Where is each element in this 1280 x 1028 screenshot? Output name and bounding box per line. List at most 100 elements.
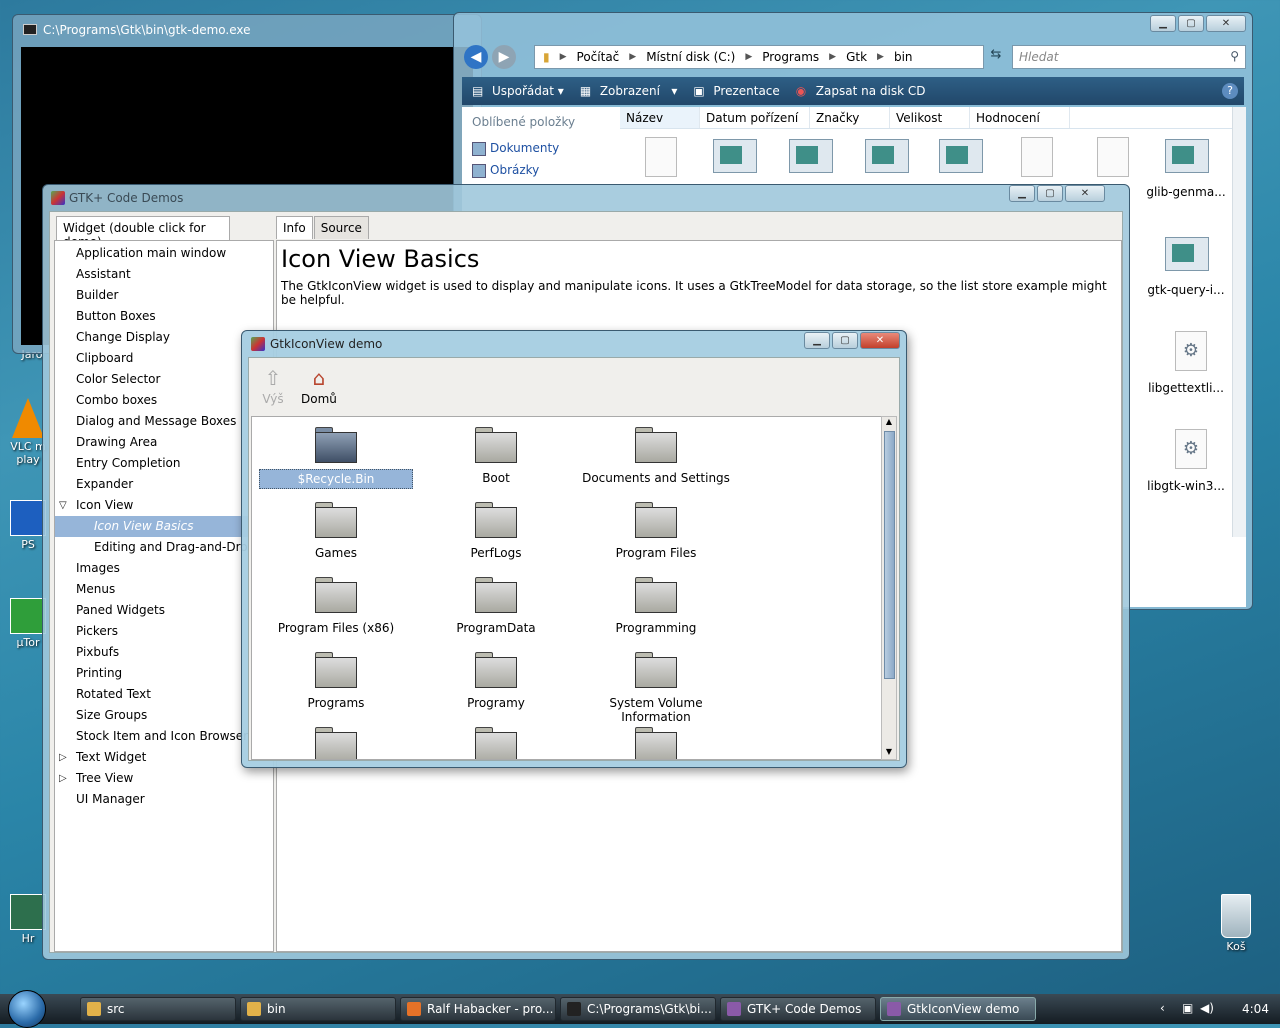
scroll-thumb[interactable] [884,431,895,679]
file-label[interactable]: glib-genma... [1146,185,1226,199]
views-button[interactable]: ▦ Zobrazení ▾ [580,84,678,98]
search-input[interactable]: Hledat ⚲ [1012,45,1246,69]
app-icon[interactable] [938,135,984,179]
minimize-button[interactable]: ▁ [804,332,830,349]
folder-item[interactable]: PerfLogs [416,502,576,562]
folder-item[interactable]: Program Files (x86) [256,577,416,637]
nav-item-documents[interactable]: Dokumenty [462,137,620,159]
taskbar-button[interactable]: GtkIconView demo [880,997,1036,1021]
slideshow-button[interactable]: ▣ Prezentace [693,84,779,98]
refresh-button[interactable]: ⇆ [986,47,1006,67]
tab-widget-list[interactable]: Widget (double click for demo) [56,216,230,249]
tree-row[interactable]: UI Manager [55,789,273,810]
breadcrumb[interactable]: ▮ ▶ Počítač ▶ Místní disk (C:) ▶ Program… [534,45,984,69]
minimize-button[interactable]: ▁ [1009,185,1035,202]
column-rating[interactable]: Hodnocení [970,107,1070,128]
folder-item[interactable]: Program Files [576,502,736,562]
home-button[interactable]: ⌂ Domů [301,366,337,406]
clock[interactable]: 4:04 [1242,1002,1269,1016]
maximize-button[interactable]: ▢ [1037,185,1063,202]
desktop-icon-recycle-bin[interactable]: Koš [1212,894,1260,953]
file-label[interactable]: libgettextli... [1146,381,1226,395]
close-button[interactable]: ✕ [1206,15,1246,32]
search-icon[interactable]: ⚲ [1230,49,1239,63]
file-list-scrollbar[interactable] [1232,107,1246,537]
scroll-down-arrow[interactable]: ▼ [882,747,896,759]
folder-item[interactable] [576,727,736,759]
folder-item[interactable]: Games [256,502,416,562]
folder-icon [315,502,357,538]
expander-open-icon[interactable]: ▽ [59,495,67,516]
app-icon[interactable] [864,135,910,179]
tree-row[interactable]: Builder [55,285,273,306]
tab-info[interactable]: Info [276,216,313,239]
tree-row[interactable]: Button Boxes [55,306,273,327]
start-button[interactable] [8,990,46,1028]
folder-item[interactable]: ProgramData [416,577,576,637]
breadcrumb-item[interactable]: Gtk [846,50,867,64]
close-button[interactable]: ✕ [860,332,900,349]
dll-icon[interactable]: ⚙ [1168,331,1214,375]
tab-source[interactable]: Source [313,216,369,239]
folder-item[interactable]: System Volume Information [576,652,736,726]
minimize-button[interactable]: ▁ [1150,15,1176,32]
column-date[interactable]: Datum pořízení [700,107,810,128]
nav-item-pictures[interactable]: Obrázky [462,159,620,181]
folder-label: ProgramData [456,621,536,635]
file-label[interactable]: gtk-query-i... [1146,283,1226,297]
file-label[interactable]: libgtk-win3... [1146,479,1226,493]
folder-item[interactable]: Programming [576,577,736,637]
expander-closed-icon[interactable]: ▷ [59,747,67,768]
folder-item[interactable] [416,727,576,759]
breadcrumb-item[interactable]: Místní disk (C:) [646,50,735,64]
forward-button[interactable]: ▶ [492,45,516,69]
tree-row[interactable]: Application main window [55,243,273,264]
maximize-button[interactable]: ▢ [1178,15,1204,32]
close-button[interactable]: ✕ [1065,185,1105,202]
dll-icon[interactable]: ⚙ [1168,429,1214,473]
app-icon[interactable] [1164,135,1210,179]
app-icon[interactable] [788,135,834,179]
column-name[interactable]: Název [620,107,700,128]
folder-item[interactable] [256,727,416,759]
organize-button[interactable]: ▤ Uspořádat ▾ [472,84,564,98]
icon-grid[interactable]: $Recycle.Bin Boot Documents and Settings Ga… [251,416,883,760]
network-icon[interactable]: ▣ [1182,1001,1193,1015]
maximize-button[interactable]: ▢ [832,332,858,349]
breadcrumb-item[interactable]: Programs [762,50,819,64]
back-button[interactable]: ◀ [464,45,488,69]
folder-item[interactable]: Programs [256,652,416,712]
tray-chevron-icon[interactable]: ‹ [1160,1001,1165,1015]
gtk-demo-titlebar[interactable]: GTK+ Code Demos [43,185,1129,211]
address-bar-row: ◀ ▶ ▮ ▶ Počítač ▶ Místní disk (C:) ▶ Pro… [462,43,1246,71]
folder-item[interactable]: Boot [416,427,576,487]
folder-item[interactable]: Programy [416,652,576,712]
column-size[interactable]: Velikost [890,107,970,128]
column-tags[interactable]: Značky [810,107,890,128]
taskbar-button[interactable]: src [80,997,236,1021]
console-titlebar[interactable]: C:\Programs\Gtk\bin\gtk-demo.exe [13,15,481,45]
help-icon[interactable]: ? [1222,83,1238,99]
app-icon[interactable] [712,135,758,179]
app-icon[interactable] [1164,233,1210,277]
taskbar-button[interactable]: Ralf Habacker - pro... [400,997,556,1021]
up-button[interactable]: ⇧ Výš [261,366,285,406]
burn-button[interactable]: ◉ Zapsat na disk CD [796,84,926,98]
taskbar-button[interactable]: bin [240,997,396,1021]
volume-icon[interactable]: ◀) [1200,1001,1214,1015]
breadcrumb-item[interactable]: Počítač [577,50,620,64]
tree-row[interactable]: ▷ Tree View [55,768,273,789]
expander-closed-icon[interactable]: ▷ [59,768,67,789]
taskbar-button[interactable]: C:\Programs\Gtk\bi... [560,997,716,1021]
file-icon[interactable] [1014,137,1060,181]
breadcrumb-item[interactable]: bin [894,50,913,64]
folder-item[interactable]: Documents and Settings [576,427,736,487]
file-icon[interactable] [638,137,684,181]
iconview-window[interactable]: GtkIconView demo ▁ ▢ ✕ ⇧ Výš ⌂ Domů $Rec… [241,330,907,768]
icon-grid-scrollbar[interactable]: ▲ ▼ [881,416,897,760]
taskbar-button[interactable]: GTK+ Code Demos [720,997,876,1021]
folder-item[interactable]: $Recycle.Bin [256,427,416,489]
file-icon[interactable] [1090,137,1136,181]
scroll-up-arrow[interactable]: ▲ [882,417,896,429]
tree-row[interactable]: Assistant [55,264,273,285]
